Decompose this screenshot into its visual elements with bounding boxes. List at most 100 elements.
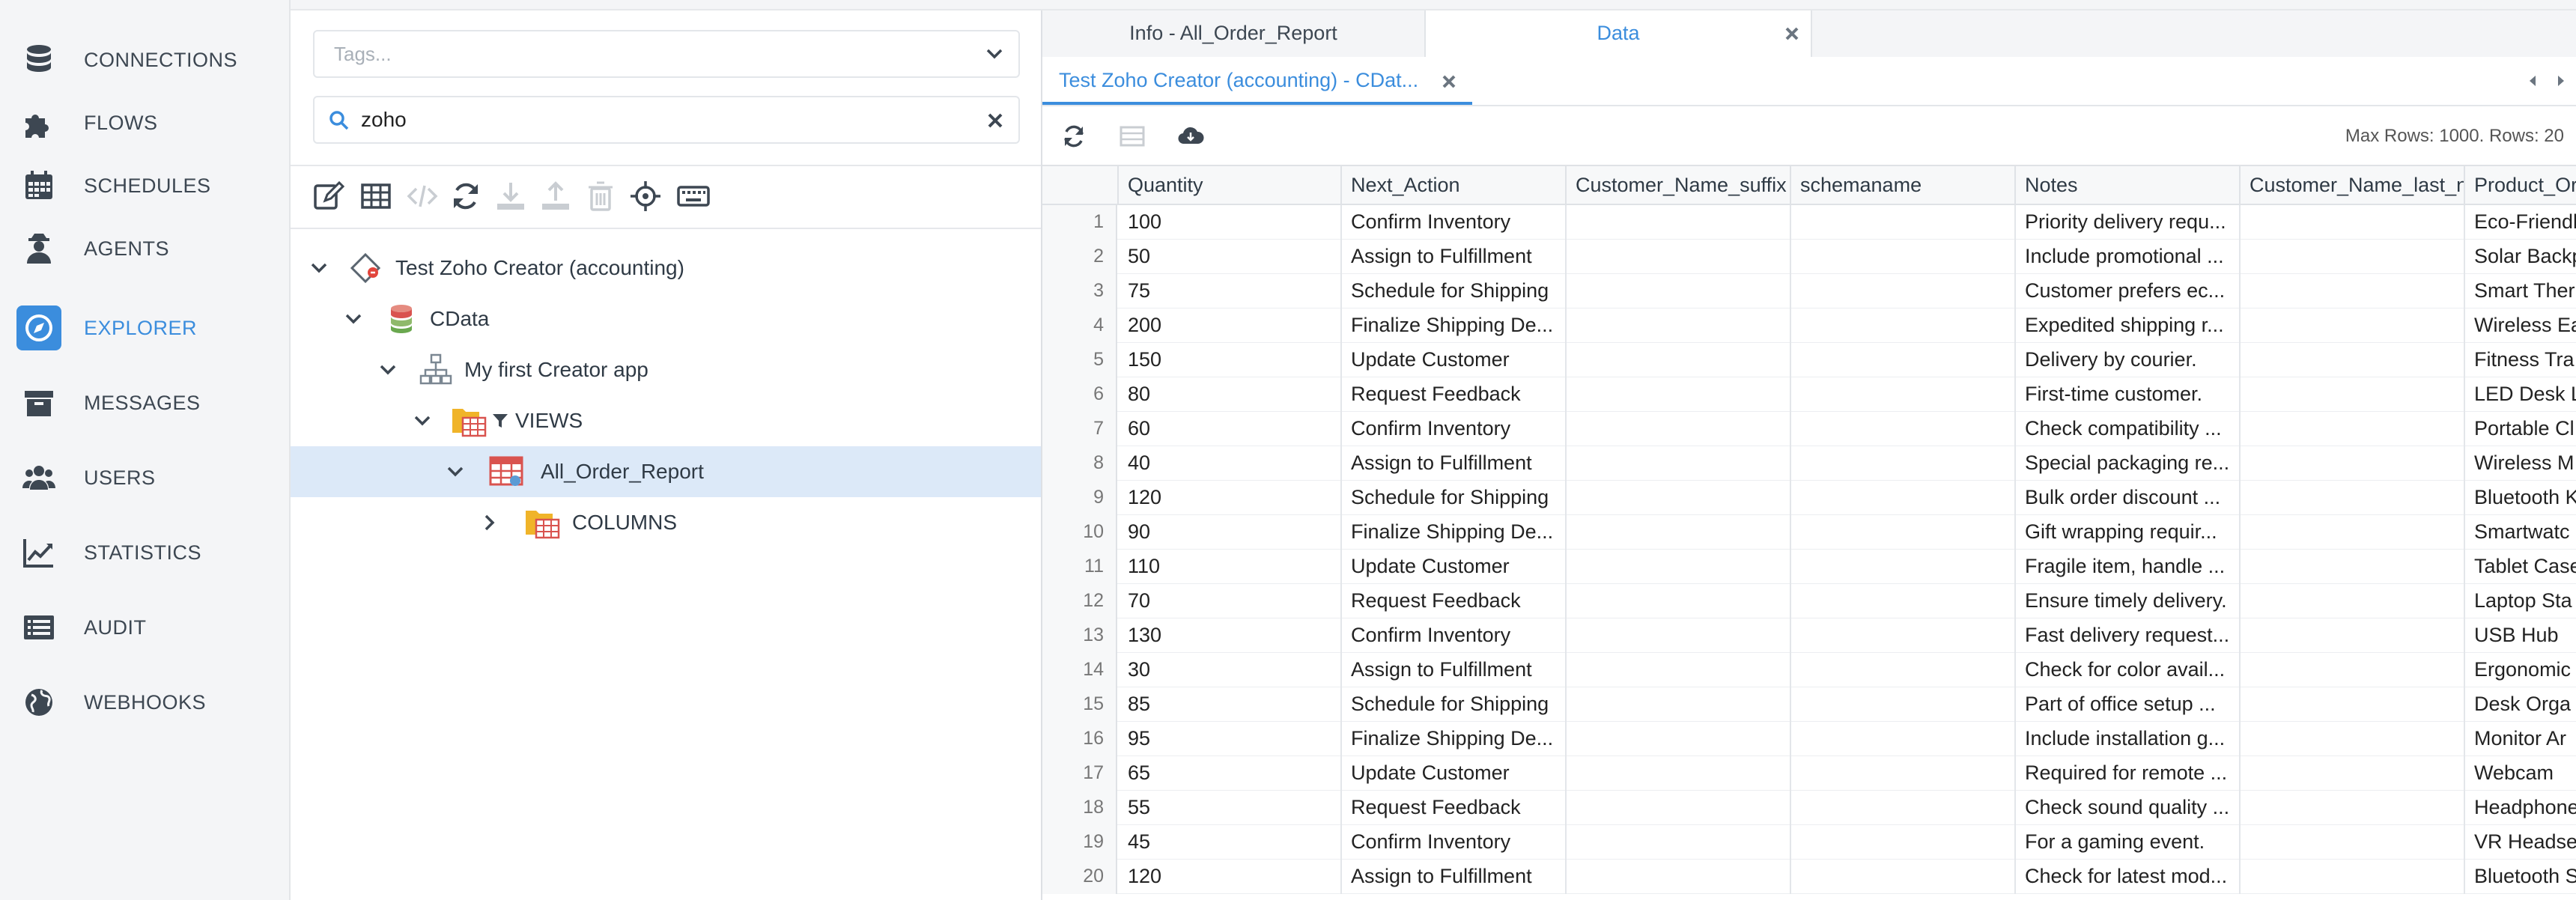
download-icon[interactable] [493,178,529,214]
table-cell[interactable] [2241,481,2465,515]
nav-schedules[interactable]: SCHEDULES [0,154,289,217]
table-cell[interactable] [2241,653,2465,687]
table-cell[interactable]: Finalize Shipping De... [1342,308,1567,343]
table-cell[interactable]: For a gaming event. [2016,825,2241,860]
table-cell[interactable]: Laptop Sta [2465,584,2576,618]
table-cell[interactable]: Fragile item, handle ... [2016,550,2241,584]
table-cell[interactable] [1567,860,1791,894]
chevron-down-icon[interactable] [445,461,466,482]
chevron-down-icon[interactable] [377,359,398,380]
table-cell[interactable]: Finalize Shipping De... [1342,722,1567,756]
upload-icon[interactable] [538,178,574,214]
table-row[interactable]: 5 150 Update Customer Delivery by courier. F… [1042,343,2576,377]
table-cell[interactable]: 90 [1119,515,1342,550]
table-cell[interactable] [1791,412,2016,446]
chevron-right-icon[interactable] [479,512,500,533]
table-row[interactable]: 15 85 Schedule for Shipping Part of office … [1042,687,2576,722]
table-cell[interactable] [1791,308,2016,343]
table-row[interactable]: 16 95 Finalize Shipping De... Include insta… [1042,722,2576,756]
nav-explorer[interactable]: EXPLORER [0,297,289,359]
table-cell[interactable]: 130 [1119,618,1342,653]
table-cell[interactable]: 100 [1119,205,1342,240]
table-cell[interactable]: 75 [1119,274,1342,308]
table-cell[interactable]: 55 [1119,791,1342,825]
table-cell[interactable] [1791,584,2016,618]
table-cell[interactable] [2241,618,2465,653]
table-cell[interactable]: LED Desk L [2465,377,2576,412]
table-cell[interactable] [1567,446,1791,481]
table-cell[interactable] [1791,446,2016,481]
table-cell[interactable] [1791,377,2016,412]
table-cell[interactable]: 200 [1119,308,1342,343]
table-cell[interactable]: Bulk order discount ... [2016,481,2241,515]
nav-connections[interactable]: CONNECTIONS [0,28,289,91]
table-cell[interactable]: Confirm Inventory [1342,205,1567,240]
column-header[interactable]: Notes [2016,166,2241,205]
table-cell[interactable] [2241,274,2465,308]
table-cell[interactable]: 95 [1119,722,1342,756]
table-cell[interactable]: Confirm Inventory [1342,412,1567,446]
table-cell[interactable] [1791,515,2016,550]
tags-select[interactable]: Tags... [313,30,1020,78]
table-cell[interactable]: Request Feedback [1342,791,1567,825]
table-cell[interactable] [2241,343,2465,377]
table-cell[interactable]: Tablet Case [2465,550,2576,584]
table-cell[interactable] [1567,240,1791,274]
table-cell[interactable]: Monitor Ar [2465,722,2576,756]
tree-node-columns[interactable]: COLUMNS [291,497,1041,548]
nav-flows[interactable]: FLOWS [0,91,289,154]
chevron-down-icon[interactable] [412,410,433,431]
chevron-down-icon[interactable] [309,258,329,279]
table-cell[interactable] [2241,412,2465,446]
column-header[interactable]: Next_Action [1342,166,1567,205]
tree-node-catalog[interactable]: CData [291,294,1041,344]
table-cell[interactable]: Delivery by courier. [2016,343,2241,377]
table-cell[interactable] [1567,205,1791,240]
table-row[interactable]: 14 30 Assign to Fulfillment Check for color… [1042,653,2576,687]
close-tab-icon[interactable] [1441,73,1457,90]
query-tab[interactable]: Test Zoho Creator (accounting) - CDat... [1042,57,1472,105]
nav-audit[interactable]: AUDIT [0,596,289,659]
table-row[interactable]: 2 50 Assign to Fulfillment Include promotio… [1042,240,2576,274]
table-cell[interactable]: First-time customer. [2016,377,2241,412]
table-cell[interactable] [1567,618,1791,653]
table-cell[interactable] [1567,274,1791,308]
table-cell[interactable]: 65 [1119,756,1342,791]
table-cell[interactable] [1567,791,1791,825]
table-cell[interactable]: Finalize Shipping De... [1342,515,1567,550]
table-cell[interactable]: Bluetooth S [2465,860,2576,894]
edit-icon[interactable] [310,178,346,214]
table-cell[interactable]: Check for color avail... [2016,653,2241,687]
table-cell[interactable] [1567,550,1791,584]
table-row[interactable]: 17 65 Update Customer Required for remote .… [1042,756,2576,791]
table-cell[interactable]: Include installation g... [2016,722,2241,756]
table-cell[interactable]: Fast delivery request... [2016,618,2241,653]
table-cell[interactable] [2241,825,2465,860]
table-cell[interactable]: Desk Orga [2465,687,2576,722]
table-cell[interactable]: Headphone [2465,791,2576,825]
code-icon[interactable] [404,178,440,214]
table-cell[interactable]: Ensure timely delivery. [2016,584,2241,618]
table-cell[interactable]: 80 [1119,377,1342,412]
tree-node-views[interactable]: VIEWS [291,395,1041,446]
table-cell[interactable] [2241,515,2465,550]
crosshair-icon[interactable] [628,178,663,214]
table-cell[interactable]: 150 [1119,343,1342,377]
table-cell[interactable] [2241,308,2465,343]
table-cell[interactable]: Update Customer [1342,550,1567,584]
nav-agents[interactable]: AGENTS [0,217,289,280]
chevron-down-icon[interactable] [984,43,1005,64]
table-cell[interactable] [1567,515,1791,550]
table-cell[interactable]: 85 [1119,687,1342,722]
table-cell[interactable]: Check compatibility ... [2016,412,2241,446]
tab-info[interactable]: Info - All_Order_Report [1042,10,1426,57]
table-cell[interactable]: Ergonomic [2465,653,2576,687]
refresh-icon[interactable] [448,178,484,214]
table-cell[interactable] [1791,274,2016,308]
table-cell[interactable]: Customer prefers ec... [2016,274,2241,308]
table-row[interactable]: 9 120 Schedule for Shipping Bulk order disc… [1042,481,2576,515]
table-cell[interactable]: Part of office setup ... [2016,687,2241,722]
table-cell[interactable]: Assign to Fulfillment [1342,446,1567,481]
table-cell[interactable] [1791,343,2016,377]
table-cell[interactable]: Webcam [2465,756,2576,791]
